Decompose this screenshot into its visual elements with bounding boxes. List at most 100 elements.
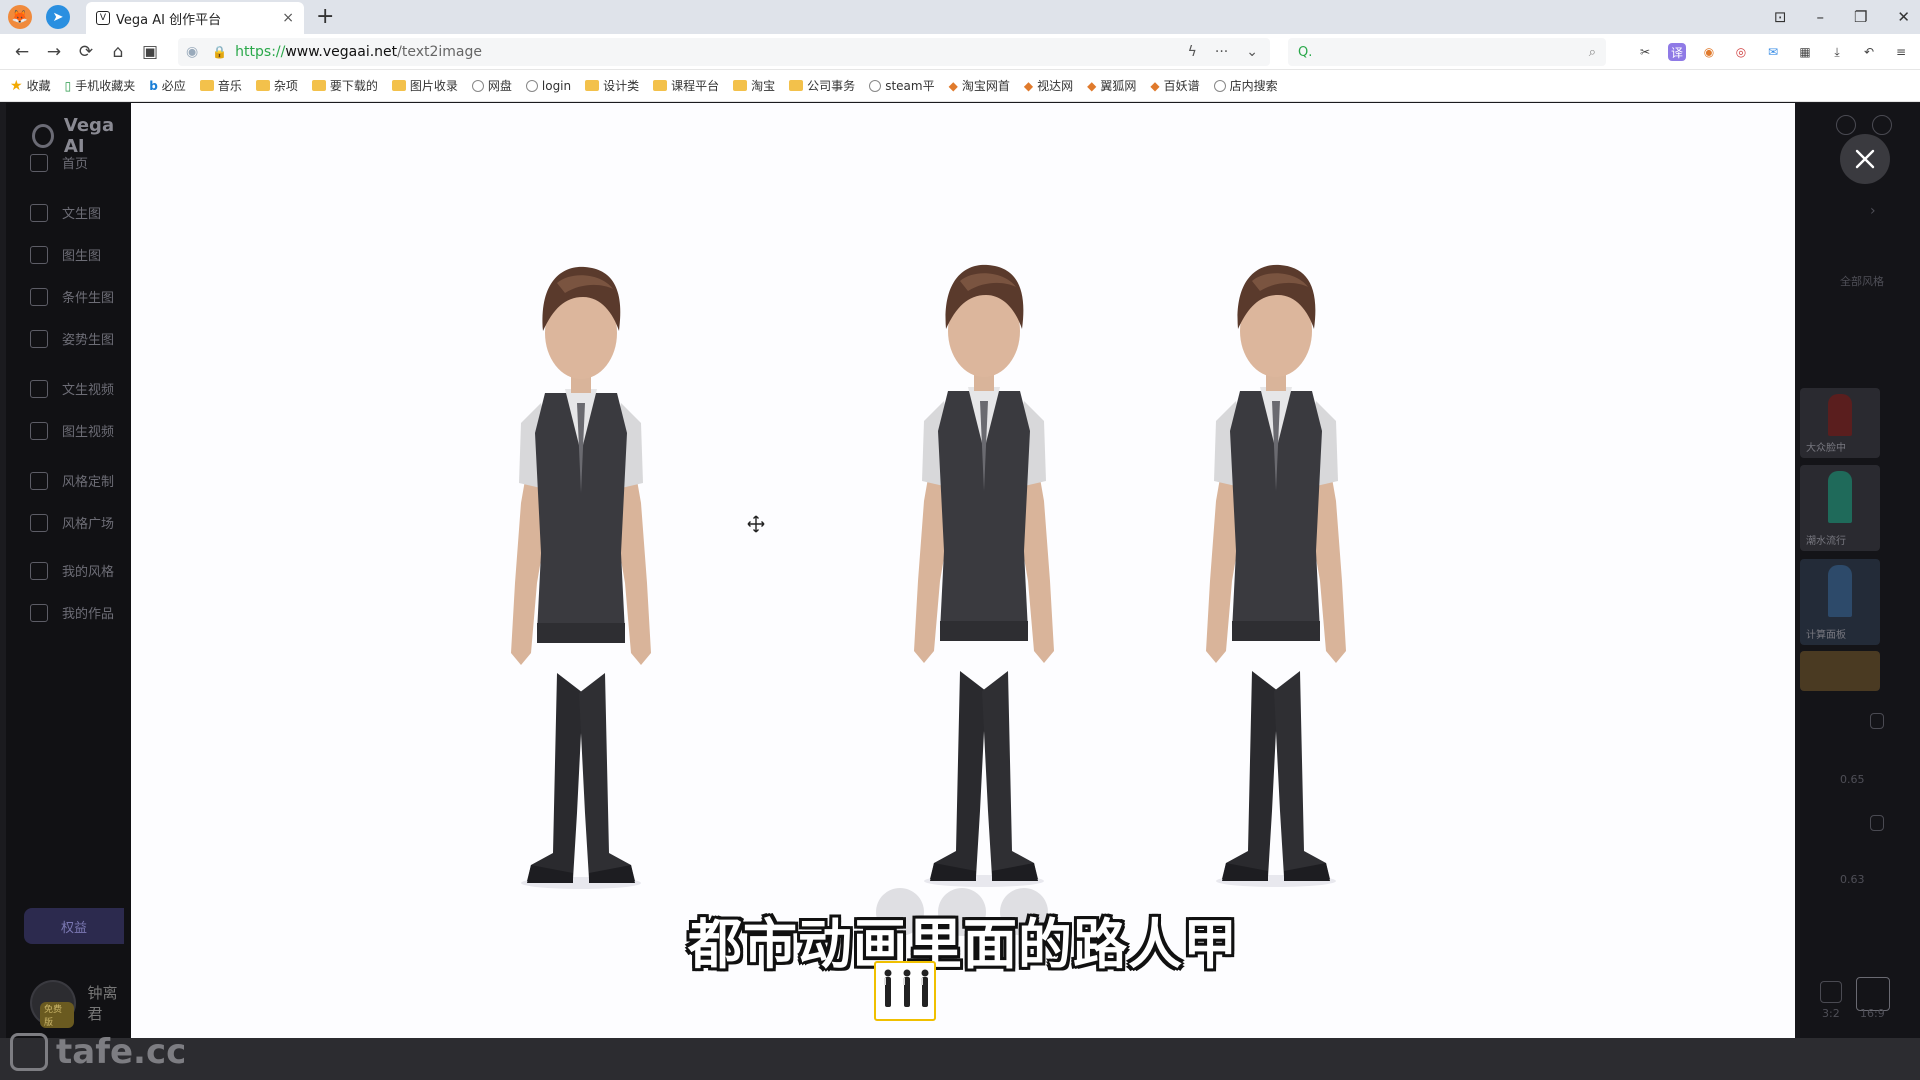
bookmark-item[interactable]: 杂项 — [255, 77, 298, 94]
bookmark-label: 淘宝 — [751, 79, 776, 93]
close-preview-button[interactable] — [1840, 134, 1890, 184]
bookmark-item[interactable]: 店内搜索 — [1213, 77, 1278, 94]
new-tab-button[interactable]: + — [316, 4, 334, 29]
sidebar-nav-item[interactable]: 我的风格 — [30, 561, 114, 580]
bookmark-item[interactable]: b 必应 — [149, 77, 186, 94]
phone-icon: ▯ — [64, 78, 72, 93]
nav-item-label: 文生图 — [62, 207, 102, 222]
sidebar-nav-item[interactable]: 风格定制 — [30, 471, 114, 490]
bookmark-item[interactable]: 图片收录 — [391, 77, 458, 94]
game-icon[interactable]: ◉ — [1700, 43, 1718, 61]
lightning-icon[interactable]: ϟ — [1188, 44, 1197, 60]
tab-close-icon[interactable]: × — [282, 10, 294, 26]
bookmark-item[interactable]: 公司事务 — [789, 77, 855, 94]
bookmark-label: 设计类 — [603, 79, 640, 93]
weibo-icon[interactable]: ◎ — [1732, 43, 1750, 61]
reload-icon[interactable]: ⟳ — [70, 42, 102, 62]
more-dots-icon[interactable]: ··· — [1215, 44, 1228, 60]
sidebar-nav-item[interactable]: 姿势生图 — [30, 329, 114, 348]
bookmark-item[interactable]: 要下载的 — [311, 77, 378, 94]
sidebar-nav-item[interactable]: 首页 — [30, 153, 88, 172]
minimize-button[interactable]: – — [1816, 8, 1824, 26]
sidebar-nav-item[interactable]: 文生图 — [30, 203, 101, 222]
nav-item-icon — [30, 379, 48, 398]
sidebar-nav-item[interactable]: 图生视频 — [30, 421, 114, 440]
video-subtitle: 都市动画里面的路人甲 — [688, 913, 1238, 976]
chevron-right-icon[interactable]: › — [1870, 203, 1876, 219]
sidebar-nav-item[interactable]: 文生视频 — [30, 379, 114, 398]
toolbar-icons: ✂ 译 ◉ ◎ ✉ ▦ ⤓ ↶ ≡ — [1636, 38, 1910, 66]
style-thumb[interactable]: 大众脸中 — [1800, 388, 1880, 458]
bookmark-item[interactable]: ◆ 翼狐网 — [1087, 77, 1136, 94]
avatar[interactable]: 免费版 — [30, 980, 76, 1028]
user-profile[interactable]: 免费版 钟离君 — [30, 980, 132, 1028]
nav-item-icon — [30, 287, 48, 306]
style-thumb[interactable] — [1800, 651, 1880, 691]
sidebar-nav-item[interactable]: 风格广场 — [30, 513, 114, 532]
bookmark-item[interactable]: 音乐 — [199, 77, 242, 94]
address-bar[interactable]: ◉ 🔒 https:// www.vegaai.net /text2image … — [178, 38, 1270, 66]
bookmark-item[interactable]: ◆ 百妖谱 — [1150, 77, 1199, 94]
ratio-16-9-option[interactable] — [1856, 977, 1890, 1011]
url-host: www.vegaai.net — [285, 44, 398, 60]
browser-tab[interactable]: V Vega AI 创作平台 × — [86, 2, 304, 34]
bookmark-item[interactable]: 淘宝 — [733, 77, 775, 94]
trash-icon[interactable] — [1870, 713, 1884, 729]
tab-title: Vega AI 创作平台 — [116, 12, 222, 28]
bookmark-label: 音乐 — [217, 79, 242, 93]
bookmark-label: 翼狐网 — [1100, 79, 1137, 93]
site-icon: ◆ — [948, 78, 958, 93]
sidebar-nav-item[interactable]: 条件生图 — [30, 287, 114, 306]
bookmark-item[interactable]: ▯ 手机收藏夹 — [65, 77, 136, 94]
back-arrow-icon[interactable]: ← — [6, 42, 38, 62]
ratio-3-2-option[interactable] — [1820, 981, 1842, 1003]
restore-button[interactable]: ❐ — [1854, 8, 1867, 26]
translate-icon[interactable]: 译 — [1668, 43, 1686, 61]
bookmark-item[interactable]: 网盘 — [471, 77, 512, 94]
vega-logo-icon — [32, 124, 54, 148]
upgrade-button[interactable]: 权益 — [24, 908, 124, 944]
window-pin-icon[interactable]: ⊡ — [1774, 8, 1787, 26]
sidebar-nav-item[interactable]: 图生图 — [30, 245, 101, 264]
style-thumb[interactable]: 计算面板 — [1800, 559, 1880, 645]
menu-icon[interactable]: ≡ — [1892, 43, 1910, 61]
character-figure-right — [1206, 264, 1346, 887]
briefcase-icon[interactable]: ▣ — [134, 42, 166, 62]
brand: Vega AI — [32, 115, 132, 157]
telegram-icon[interactable]: ➤ — [46, 5, 70, 29]
search-icon[interactable]: ⌕ — [1589, 45, 1596, 60]
headset-icon[interactable] — [1872, 115, 1892, 135]
nav-item-label: 我的作品 — [62, 607, 115, 622]
scissors-icon[interactable]: ✂ — [1636, 43, 1654, 61]
globe-icon — [525, 79, 538, 92]
style-thumb[interactable]: 潮水流行 — [1800, 465, 1880, 551]
forward-arrow-icon[interactable]: → — [38, 42, 70, 62]
mail-icon[interactable]: ✉ — [1764, 43, 1782, 61]
lock-icon: 🔒 — [212, 45, 228, 59]
bookmark-item[interactable]: ★ 收藏 — [10, 77, 51, 94]
bookmark-item[interactable]: ◆ 淘宝网首 — [949, 77, 1010, 94]
trash-icon[interactable] — [1870, 815, 1884, 831]
fox-extension-icon[interactable]: 🦊 — [8, 5, 32, 29]
shield-icon: ◉ — [186, 44, 199, 60]
bookmark-item[interactable]: 课程平台 — [653, 77, 719, 94]
undo-icon[interactable]: ↶ — [1860, 43, 1878, 61]
chevron-down-icon[interactable]: ⌄ — [1246, 44, 1258, 60]
all-styles-link[interactable]: 全部风格 — [1840, 273, 1884, 289]
apps-grid-icon[interactable]: ▦ — [1796, 43, 1814, 61]
bookmark-item[interactable]: steam平 — [869, 77, 935, 94]
search-box[interactable]: Q. ⌕ — [1288, 38, 1606, 66]
close-window-button[interactable]: ✕ — [1897, 8, 1910, 26]
nav-item-label: 风格广场 — [62, 517, 115, 532]
sidebar: Vega AI 首页文生图图生图条件生图姿势生图文生视频图生视频风格定制风格广场… — [6, 103, 132, 1038]
bookmark-item[interactable]: 设计类 — [585, 77, 639, 94]
bell-icon[interactable] — [1836, 115, 1856, 135]
image-thumbnail-selected[interactable] — [874, 961, 936, 1021]
bookmark-item[interactable]: ◆ 视达网 — [1024, 77, 1073, 94]
bookmark-item[interactable]: login — [525, 79, 571, 93]
home-icon[interactable]: ⌂ — [102, 42, 134, 62]
download-icon[interactable]: ⤓ — [1828, 43, 1846, 61]
user-badge: 免费版 — [40, 1002, 74, 1028]
bookmarks-bar: ★ 收藏 ▯ 手机收藏夹 b 必应 音乐 杂项 要下载的 图片收录 网盘 login 设计类 课程平台 淘宝… — [0, 70, 1920, 102]
sidebar-nav-item[interactable]: 我的作品 — [30, 603, 114, 622]
